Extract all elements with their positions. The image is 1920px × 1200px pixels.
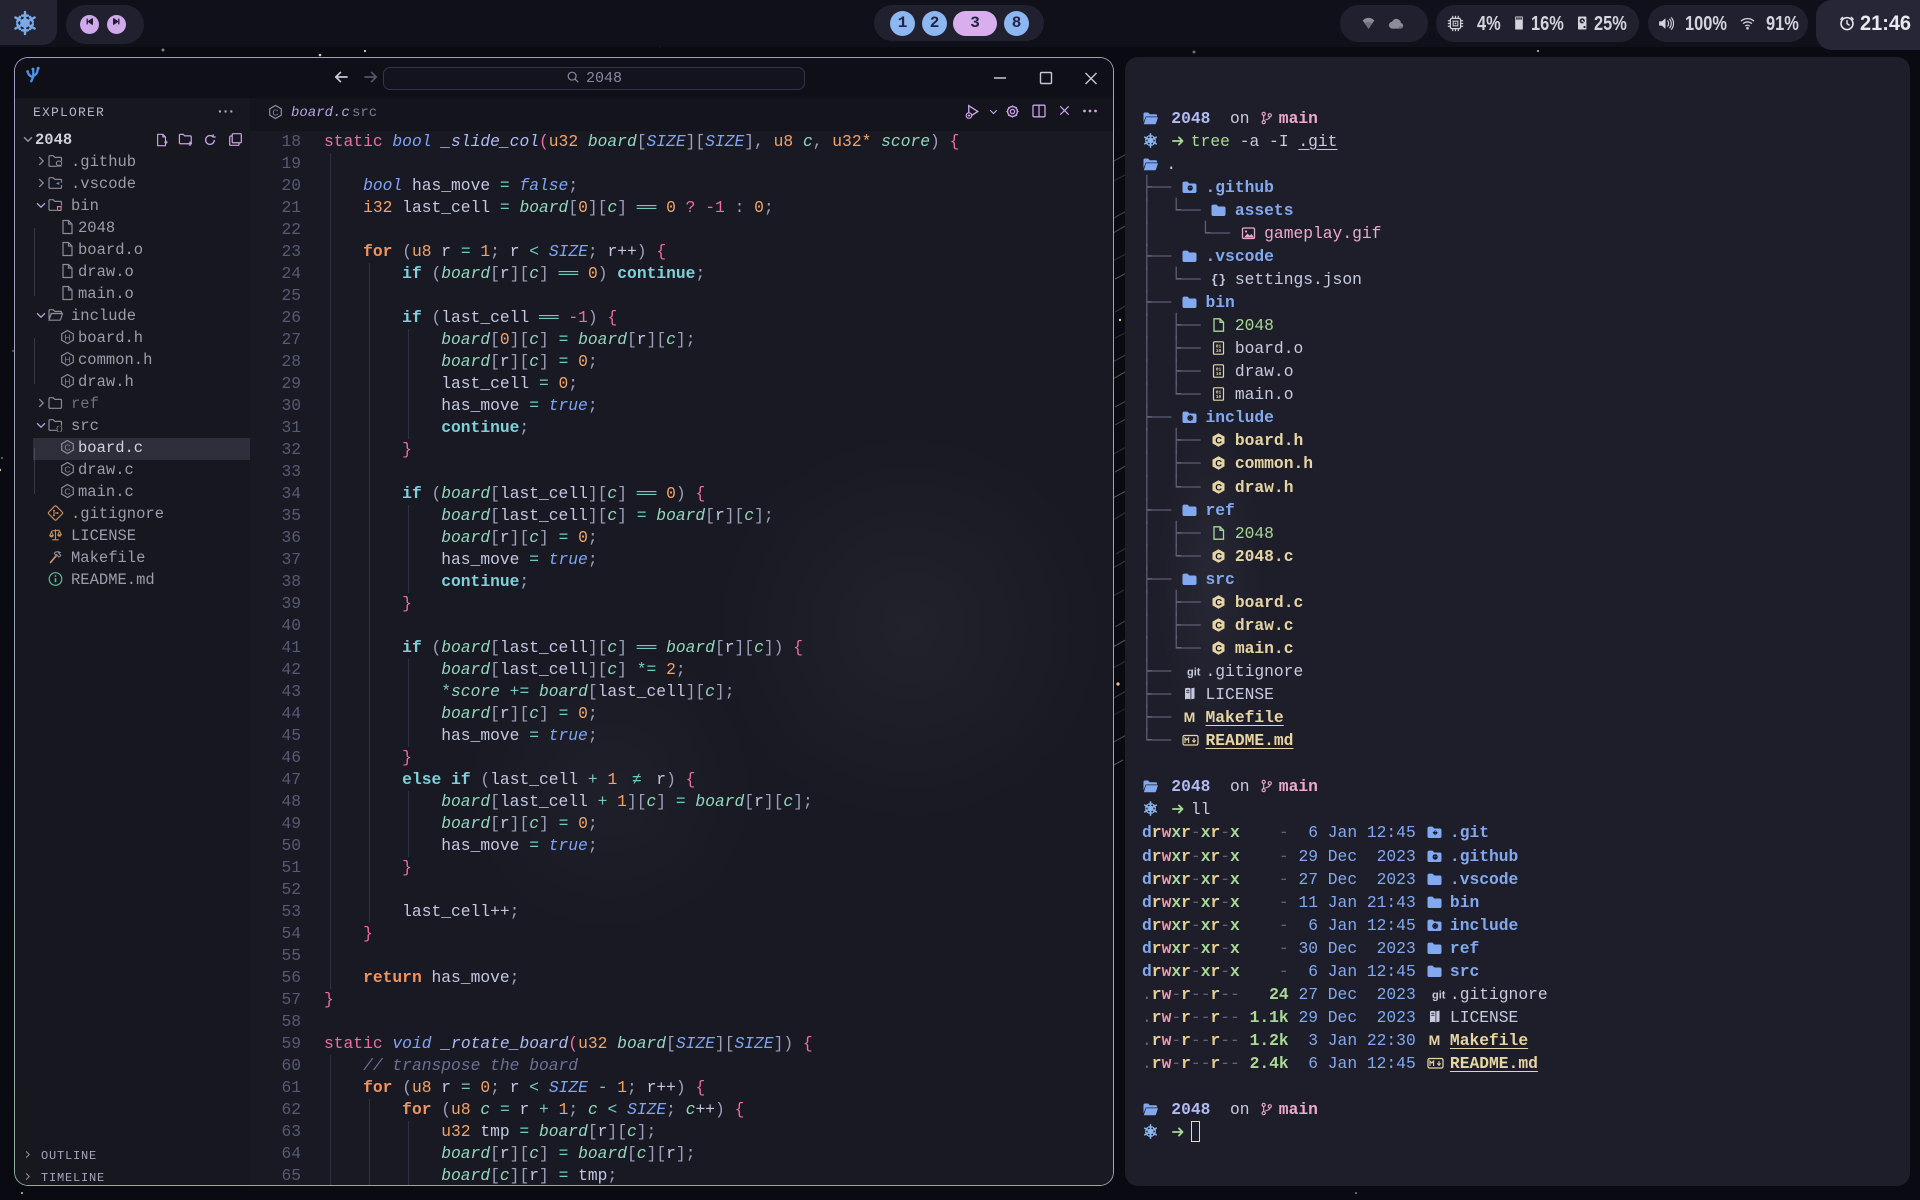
svg-text:C: C	[1216, 436, 1223, 447]
svg-text:10: 10	[1216, 348, 1222, 354]
svg-text:C: C	[1216, 551, 1223, 562]
svg-text:M: M	[1428, 1032, 1440, 1048]
svg-text:git: git	[1432, 989, 1446, 1001]
svg-text:10: 10	[1216, 371, 1222, 377]
svg-text:git: git	[1187, 667, 1201, 679]
svg-text:C: C	[64, 442, 70, 452]
svg-text:C: C	[1216, 620, 1223, 631]
svg-text:10: 10	[1216, 394, 1222, 400]
svg-text:C: C	[1216, 597, 1223, 608]
svg-text:C: C	[272, 107, 278, 117]
svg-text:H: H	[64, 376, 70, 386]
svg-text:C: C	[1216, 482, 1223, 493]
svg-text:H: H	[64, 354, 70, 364]
svg-text:M: M	[1184, 709, 1196, 725]
svg-text:H: H	[64, 332, 70, 342]
svg-text:C: C	[64, 464, 70, 474]
svg-text:{}: {}	[55, 425, 63, 432]
svg-text:{}: {}	[1211, 273, 1226, 287]
svg-text:C: C	[1216, 459, 1223, 470]
svg-text:C: C	[1216, 644, 1223, 655]
svg-text:C: C	[64, 486, 70, 496]
